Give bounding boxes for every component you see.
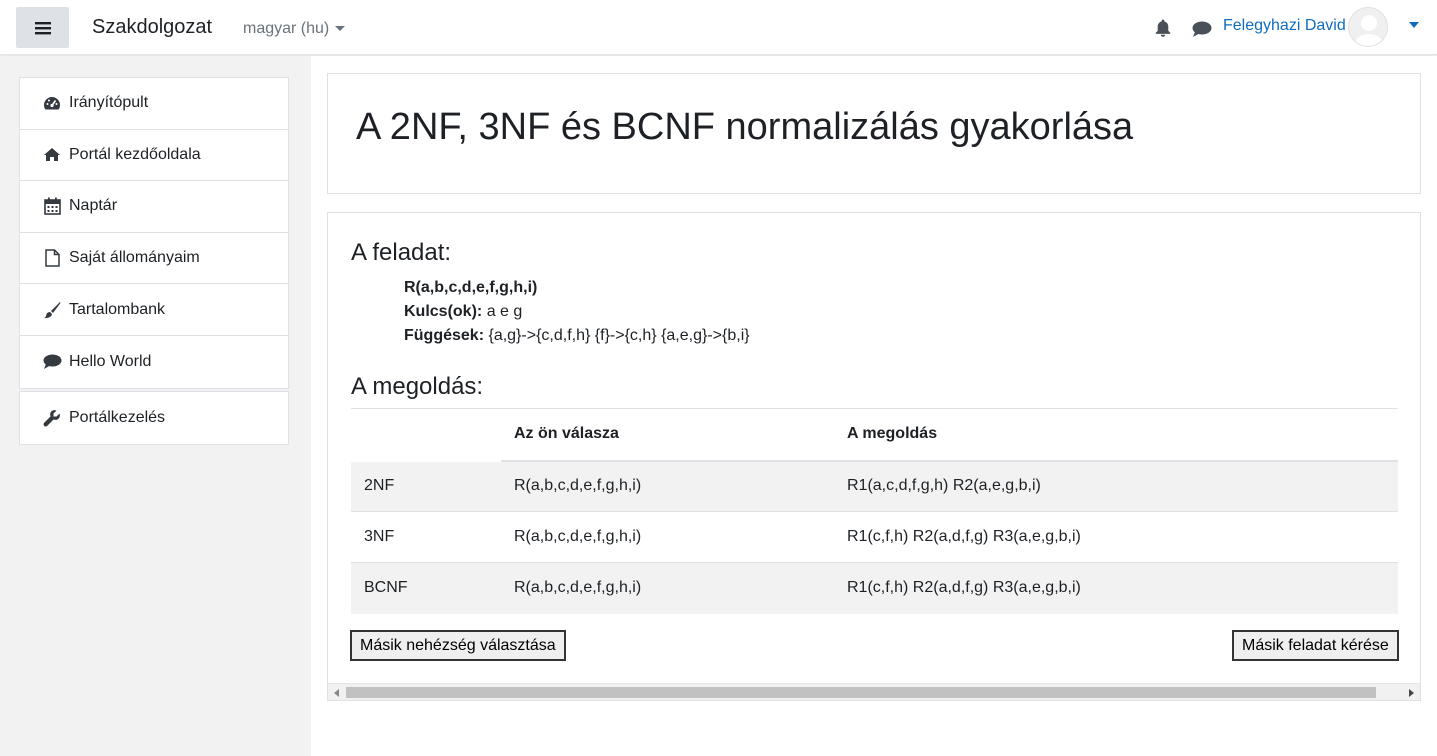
home-icon bbox=[42, 146, 62, 164]
sidebar-item-label: Hello World bbox=[69, 352, 152, 370]
calendar-icon bbox=[42, 197, 62, 216]
language-menu[interactable]: magyar (hu) bbox=[243, 20, 346, 38]
sidebar-item-site-admin[interactable]: Portálkezelés bbox=[20, 392, 288, 444]
sidebar-item-label: Naptár bbox=[69, 197, 118, 215]
admin-navigation: Portálkezelés bbox=[19, 391, 289, 445]
row-solution: R1(a,c,d,f,g,h) R2(a,e,g,b,i) bbox=[834, 460, 1398, 512]
row-solution: R1(c,f,h) R2(a,d,f,g) R3(a,e,g,b,i) bbox=[834, 511, 1398, 563]
sidebar-item-label: Tartalombank bbox=[69, 300, 166, 318]
keys-value: a e g bbox=[486, 303, 523, 320]
brush-icon bbox=[42, 301, 62, 319]
table-header-row: Az ön válasza A megoldás bbox=[351, 408, 1398, 462]
sidebar-item-label: Irányítópult bbox=[69, 94, 149, 112]
table-row: 2NF R(a,b,c,d,e,f,g,h,i) R1(a,c,d,f,g,h)… bbox=[351, 460, 1398, 512]
other-task-button[interactable]: Másik feladat kérése bbox=[1232, 630, 1399, 661]
wrench-icon bbox=[42, 409, 62, 427]
row-form: 2NF bbox=[351, 460, 501, 512]
column-header-solution: A megoldás bbox=[834, 408, 1398, 462]
messages-chat-icon[interactable] bbox=[1192, 21, 1212, 42]
main-navigation: Irányítópult Portál kezdőoldala Naptár S… bbox=[19, 77, 289, 389]
avatar[interactable] bbox=[1348, 7, 1388, 47]
sidebar-item-label: Saját állományaim bbox=[69, 249, 200, 267]
other-difficulty-button[interactable]: Másik nehézség választása bbox=[350, 630, 566, 661]
dependencies-value: {a,g}->{c,d,f,h} {f}->{c,h} {a,e,g}->{b,… bbox=[488, 327, 750, 344]
column-header-your-answer: Az ön válasza bbox=[501, 408, 834, 462]
keys-label: Kulcs(ok): bbox=[404, 303, 483, 320]
scroll-left-arrow-icon[interactable] bbox=[334, 689, 339, 697]
notifications-bell-icon[interactable] bbox=[1155, 19, 1171, 42]
row-answer: R(a,b,c,d,e,f,g,h,i) bbox=[501, 562, 834, 614]
sidebar-item-private-files[interactable]: Saját állományaim bbox=[20, 233, 288, 285]
row-solution: R1(c,f,h) R2(a,d,f,g) R3(a,e,g,b,i) bbox=[834, 562, 1398, 614]
main-region: A 2NF, 3NF és BCNF normalizálás gyakorlá… bbox=[311, 56, 1437, 756]
sidebar-item-dashboard[interactable]: Irányítópult bbox=[20, 78, 288, 130]
user-menu-chevron-icon[interactable] bbox=[1409, 22, 1419, 28]
dependencies-label: Függések: bbox=[404, 327, 485, 344]
scrollbar-thumb[interactable] bbox=[346, 687, 1376, 698]
row-form: BCNF bbox=[351, 562, 501, 614]
page-header: A 2NF, 3NF és BCNF normalizálás gyakorlá… bbox=[327, 73, 1421, 194]
site-name-link[interactable]: Szakdolgozat bbox=[92, 16, 212, 39]
page-title: A 2NF, 3NF és BCNF normalizálás gyakorlá… bbox=[356, 106, 1134, 148]
left-drawer: Irányítópult Portál kezdőoldala Naptár S… bbox=[0, 56, 311, 756]
user-menu-name[interactable]: Felegyhazi David bbox=[1223, 17, 1346, 35]
task-description: R(a,b,c,d,e,f,g,h,i) Kulcs(ok): a e g Fü… bbox=[404, 276, 750, 348]
language-label: magyar (hu) bbox=[243, 20, 330, 37]
row-answer: R(a,b,c,d,e,f,g,h,i) bbox=[501, 511, 834, 563]
table-row: BCNF R(a,b,c,d,e,f,g,h,i) R1(c,f,h) R2(a… bbox=[351, 562, 1398, 614]
task-heading: A feladat: bbox=[351, 239, 452, 266]
sidebar-item-content-bank[interactable]: Tartalombank bbox=[20, 284, 288, 336]
row-answer: R(a,b,c,d,e,f,g,h,i) bbox=[501, 460, 834, 512]
hamburger-icon bbox=[34, 21, 51, 34]
solution-table: Az ön válasza A megoldás 2NF R(a,b,c,d,e… bbox=[351, 408, 1398, 614]
task-relation: R(a,b,c,d,e,f,g,h,i) bbox=[404, 279, 538, 296]
scroll-right-arrow-icon[interactable] bbox=[1409, 689, 1414, 697]
activity-content: A feladat: R(a,b,c,d,e,f,g,h,i) Kulcs(ok… bbox=[327, 212, 1421, 701]
sidebar-item-label: Portál kezdőoldala bbox=[69, 145, 201, 163]
chat-icon bbox=[42, 353, 62, 371]
menu-toggle-button[interactable] bbox=[16, 7, 69, 48]
column-header-form bbox=[351, 408, 501, 462]
file-icon bbox=[42, 249, 62, 267]
solution-heading: A megoldás: bbox=[351, 373, 484, 400]
sidebar-item-site-home[interactable]: Portál kezdőoldala bbox=[20, 130, 288, 182]
sidebar-item-calendar[interactable]: Naptár bbox=[20, 181, 288, 233]
sidebar-item-hello-world[interactable]: Hello World bbox=[20, 336, 288, 388]
dashboard-icon bbox=[42, 94, 62, 112]
row-form: 3NF bbox=[351, 511, 501, 563]
table-row: 3NF R(a,b,c,d,e,f,g,h,i) R1(c,f,h) R2(a,… bbox=[351, 511, 1398, 563]
sidebar-item-label: Portálkezelés bbox=[69, 408, 166, 426]
chevron-down-icon bbox=[335, 26, 346, 32]
user-avatar-icon bbox=[1349, 8, 1387, 46]
horizontal-scrollbar[interactable] bbox=[328, 683, 1420, 700]
top-navbar: Szakdolgozat magyar (hu) Felegyhazi Davi… bbox=[0, 0, 1437, 55]
